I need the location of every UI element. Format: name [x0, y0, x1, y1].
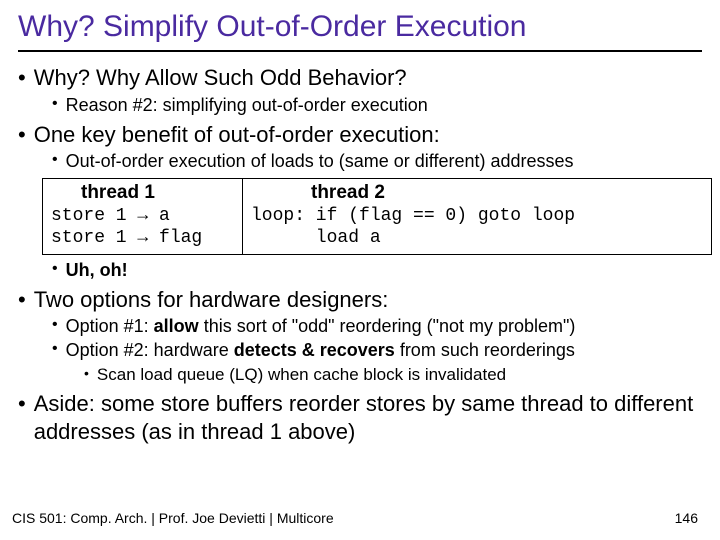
thread1-header: thread 1: [51, 181, 236, 205]
bullet-text: Aside: some store buffers reorder stores…: [34, 390, 702, 445]
bullet-dot: •: [18, 64, 26, 92]
bullet-dot: •: [18, 121, 26, 149]
slide-title: Why? Simplify Out-of-Order Execution: [18, 10, 702, 52]
bullet-dot: •: [52, 339, 58, 360]
bullet-dot: •: [18, 390, 26, 418]
code-line: store 1 → flag: [51, 227, 236, 250]
bullet-text: Why? Why Allow Such Odd Behavior?: [34, 64, 407, 92]
bullet-list-cont: •Uh, oh! •Two options for hardware desig…: [18, 259, 702, 446]
slide-footer: CIS 501: Comp. Arch. | Prof. Joe Deviett…: [0, 510, 720, 526]
bullet-text: One key benefit of out-of-order executio…: [34, 121, 440, 149]
page-number: 146: [675, 510, 698, 526]
code-line: load a: [251, 227, 705, 250]
bullet-list: •Why? Why Allow Such Odd Behavior? •Reas…: [18, 64, 702, 174]
bullet-text: Out-of-order execution of loads to (same…: [66, 150, 574, 173]
bullet-dot: •: [52, 150, 58, 171]
bullet-text: Option #1: allow this sort of "odd" reor…: [66, 315, 576, 338]
bullet-dot: •: [52, 94, 58, 115]
bullet-text: Two options for hardware designers:: [34, 286, 389, 314]
code-line: loop: if (flag == 0) goto loop: [251, 205, 705, 228]
bullet-text: Scan load queue (LQ) when cache block is…: [97, 364, 506, 386]
code-line: store 1 → a: [51, 205, 236, 228]
code-table: thread 1 store 1 → a store 1 → flag thre…: [42, 178, 712, 255]
footer-left: CIS 501: Comp. Arch. | Prof. Joe Deviett…: [12, 510, 334, 526]
thread2-header: thread 2: [251, 181, 705, 205]
bullet-text: Option #2: hardware detects & recovers f…: [66, 339, 575, 362]
bullet-dot: •: [84, 364, 89, 382]
bullet-text: Uh, oh!: [66, 259, 128, 282]
bullet-dot: •: [18, 286, 26, 314]
bullet-dot: •: [52, 259, 58, 280]
bullet-dot: •: [52, 315, 58, 336]
bullet-text: Reason #2: simplifying out-of-order exec…: [66, 94, 428, 117]
